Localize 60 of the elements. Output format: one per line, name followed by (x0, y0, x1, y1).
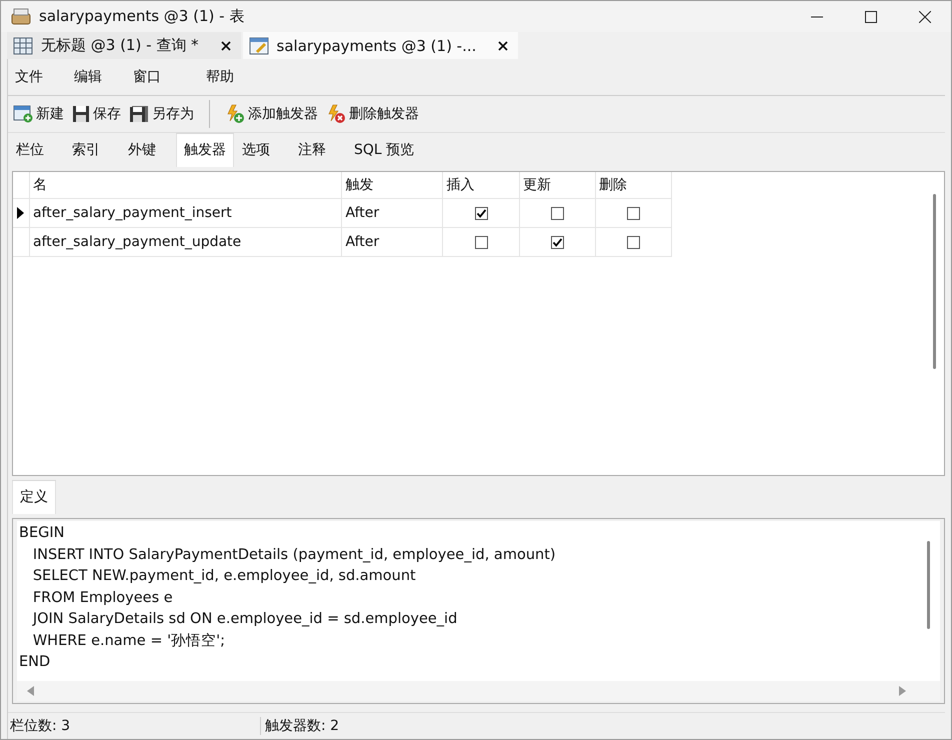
tab[interactable]: 选项 (234, 133, 278, 167)
code-line: WHERE e.name = '孙悟空'; (32, 632, 226, 650)
menu-item[interactable]: 帮助 (206, 68, 234, 86)
table-cell: After (342, 199, 444, 227)
code-line: SELECT NEW.payment_id, e.employee_id, sd.amount (32, 567, 417, 586)
menu-item[interactable]: 文件 (15, 68, 43, 86)
tab[interactable]: SQL 预览 (346, 133, 422, 167)
table-app-icon (11, 8, 31, 26)
table-cell: after_salary_payment_insert (30, 199, 342, 227)
new-table-icon (13, 105, 33, 123)
close-icon[interactable] (498, 40, 508, 51)
checkbox[interactable] (551, 236, 564, 248)
code-line: INSERT INTO SalaryPaymentDetails (payment_id, employee_id, amount) (32, 546, 557, 564)
scrollbar-thumb[interactable] (926, 541, 930, 629)
scroll-left-icon[interactable] (27, 686, 35, 696)
toolbar-button[interactable]: 删除触发器 (325, 102, 420, 126)
tab[interactable]: 触发器 (176, 133, 234, 167)
close-icon[interactable] (919, 10, 931, 23)
table-edit-icon (248, 36, 269, 55)
checkbox[interactable] (551, 206, 564, 220)
table-cell: after_salary_payment_update (30, 228, 342, 256)
toolbar-button[interactable]: 另存为 (128, 103, 195, 125)
window-title: salarypayments @3 (1) - 表 (39, 7, 244, 26)
floppy-icon (72, 105, 90, 123)
table-cell: After (342, 228, 444, 256)
toolbar-button[interactable]: 添加触发器 (224, 102, 319, 126)
tab[interactable]: 外键 (120, 133, 164, 167)
toolbar-button[interactable]: 新建 (12, 103, 65, 125)
scroll-right-icon[interactable] (898, 686, 906, 696)
code-line: BEGIN (19, 524, 66, 543)
tab[interactable]: 索引 (64, 133, 108, 167)
toolbar-button[interactable]: 保存 (71, 103, 122, 125)
tab[interactable]: 定义 (12, 480, 56, 514)
checkbox[interactable] (627, 236, 640, 248)
scrollbar-thumb[interactable] (932, 194, 936, 369)
column-header: 插入 (443, 172, 520, 198)
checkbox[interactable] (474, 236, 488, 248)
status-text: 触发器数: 2 (264, 717, 340, 735)
code-line: JOIN SalaryDetails sd ON e.employee_id = sd.employee_id (31, 610, 458, 629)
code-line: END (19, 653, 52, 672)
tab[interactable]: 注释 (290, 133, 334, 167)
column-header: 删除 (596, 172, 672, 198)
checkbox[interactable] (627, 206, 640, 220)
grid-icon (13, 36, 33, 55)
column-header: 名 (30, 172, 342, 198)
document-tab[interactable]: salarypayments @3 (1) -... (242, 32, 518, 59)
document-tab[interactable]: 无标题 @3 (1) - 查询 * (7, 32, 241, 59)
column-header: 触发 (342, 172, 444, 198)
tab[interactable]: 栏位 (8, 133, 52, 167)
menu-item[interactable]: 窗口 (133, 68, 161, 86)
menu-item[interactable]: 编辑 (74, 68, 102, 86)
floppy-icon (129, 105, 149, 123)
lightning-delete-icon (326, 104, 346, 124)
column-header: 更新 (520, 172, 596, 198)
maximize-icon[interactable] (865, 10, 877, 23)
code-line: FROM Employees e (32, 588, 174, 608)
close-icon[interactable] (220, 40, 231, 51)
status-text: 栏位数: 3 (8, 717, 261, 735)
lightning-add-icon (225, 104, 245, 124)
checkbox[interactable] (474, 206, 488, 220)
